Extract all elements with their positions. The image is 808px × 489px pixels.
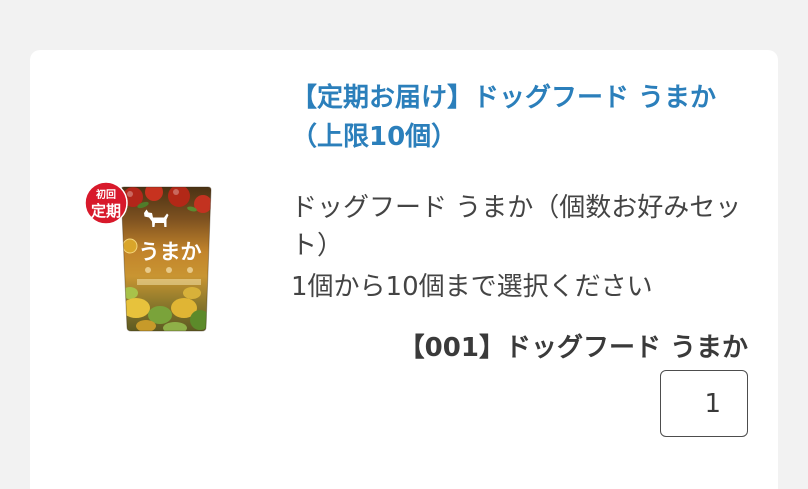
product-title-link[interactable]: 【定期お届け】ドッグフード うまか（上限10個） xyxy=(291,79,748,157)
product-details: 【定期お届け】ドッグフード うまか（上限10個） ドッグフード うまか（個数お好… xyxy=(291,79,748,437)
product-image-link[interactable]: うまか 初回 定期 xyxy=(80,180,220,340)
product-description: ドッグフード うまか（個数お好みセット） xyxy=(291,193,742,261)
package-label: うまか xyxy=(139,239,202,264)
product-package: うまか xyxy=(120,186,212,332)
quantity-input[interactable] xyxy=(660,370,748,437)
badge-first-line: 初回 xyxy=(96,188,116,201)
variant-label: 【001】ドッグフード うまか xyxy=(398,333,748,363)
package-info-strip xyxy=(137,279,201,285)
product-card: うまか 初回 定期 【定期お届け】ドッグフード うまか（上限10個） ドッグフー… xyxy=(30,50,778,489)
badge-second-line: 定期 xyxy=(91,202,121,220)
quantity-field-wrapper xyxy=(291,370,748,437)
package-seal xyxy=(122,238,138,254)
product-quantity-note: 1個から10個まで選択ください xyxy=(291,272,653,302)
subscription-badge: 初回 定期 xyxy=(84,181,128,225)
product-image: うまか 初回 定期 xyxy=(84,181,212,332)
